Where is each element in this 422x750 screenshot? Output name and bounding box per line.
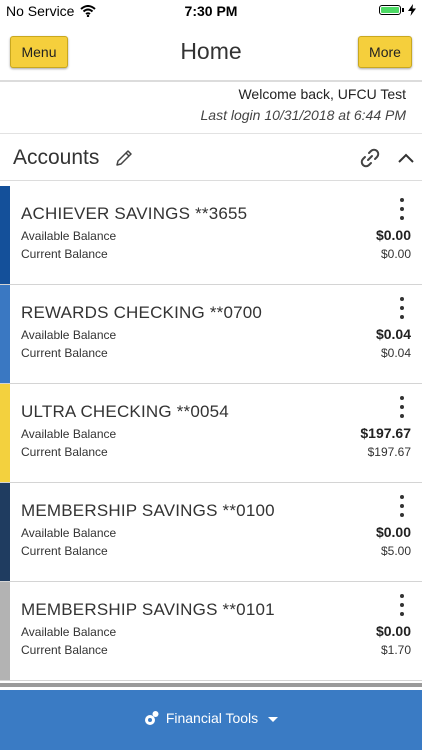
current-balance-label: Current Balance xyxy=(21,346,108,360)
available-balance-label: Available Balance xyxy=(21,229,117,243)
battery-icon xyxy=(379,5,404,15)
account-row[interactable]: REWARDS CHECKING **0700 Available Balanc… xyxy=(0,285,422,384)
current-balance-value: $5.00 xyxy=(380,544,411,558)
status-right xyxy=(379,4,416,16)
account-name: ACHIEVER SAVINGS **3655 xyxy=(21,204,248,223)
available-balance-label: Available Balance xyxy=(21,328,117,342)
current-balance-label: Current Balance xyxy=(21,544,108,558)
status-time: 7:30 PM xyxy=(184,3,238,19)
current-balance-label: Current Balance xyxy=(21,247,108,261)
current-balance-label: Current Balance xyxy=(21,643,108,657)
more-button[interactable]: More xyxy=(358,36,412,68)
account-color-stripe xyxy=(0,384,10,482)
pencil-icon[interactable] xyxy=(114,148,134,168)
available-balance-label: Available Balance xyxy=(21,427,117,441)
account-name: ULTRA CHECKING **0054 xyxy=(21,402,229,421)
available-balance-label: Available Balance xyxy=(21,526,117,540)
available-balance-value: $0.04 xyxy=(375,326,411,342)
account-color-stripe xyxy=(0,483,10,581)
more-vertical-icon[interactable] xyxy=(399,495,405,517)
caret-down-icon xyxy=(268,716,279,722)
link-icon[interactable] xyxy=(358,146,382,170)
financial-tools-icon xyxy=(144,711,159,725)
available-balance-value: $0.00 xyxy=(375,524,411,540)
divider xyxy=(0,683,422,687)
last-login: Last login 10/31/2018 at 6:44 PM xyxy=(200,107,406,123)
accounts-header: Accounts xyxy=(0,138,422,180)
more-vertical-icon[interactable] xyxy=(399,297,405,319)
more-vertical-icon[interactable] xyxy=(399,198,405,220)
accounts-title: Accounts xyxy=(13,146,100,169)
account-color-stripe xyxy=(0,285,10,383)
available-balance-value: $197.67 xyxy=(360,425,411,441)
nav-bar: Menu Home More xyxy=(0,22,422,82)
account-color-stripe xyxy=(0,186,10,284)
financial-tools-label: Financial Tools xyxy=(165,710,259,726)
current-balance-value: $1.70 xyxy=(380,643,411,657)
available-balance-value: $0.00 xyxy=(375,227,411,243)
account-name: REWARDS CHECKING **0700 xyxy=(21,303,263,322)
chevron-up-icon[interactable] xyxy=(396,150,416,166)
status-bar: No Service 7:30 PM xyxy=(0,0,422,22)
current-balance-value: $0.00 xyxy=(380,247,411,261)
more-vertical-icon[interactable] xyxy=(399,396,405,418)
current-balance-value: $197.67 xyxy=(367,445,411,459)
financial-tools-toggle[interactable]: Financial Tools xyxy=(0,710,422,726)
account-name: MEMBERSHIP SAVINGS **0101 xyxy=(21,600,275,619)
available-balance-value: $0.00 xyxy=(375,623,411,639)
account-name: MEMBERSHIP SAVINGS **0100 xyxy=(21,501,275,520)
account-row[interactable]: MEMBERSHIP SAVINGS **0100 Available Bala… xyxy=(0,483,422,582)
divider xyxy=(0,133,422,134)
welcome-greeting: Welcome back, UFCU Test xyxy=(238,86,406,102)
current-balance-label: Current Balance xyxy=(21,445,108,459)
available-balance-label: Available Balance xyxy=(21,625,117,639)
account-color-stripe xyxy=(0,582,10,680)
charging-icon xyxy=(408,4,416,16)
account-row[interactable]: ACHIEVER SAVINGS **3655 Available Balanc… xyxy=(0,186,422,285)
account-row[interactable]: MEMBERSHIP SAVINGS **0101 Available Bala… xyxy=(0,582,422,681)
current-balance-value: $0.04 xyxy=(380,346,411,360)
account-row[interactable]: ULTRA CHECKING **0054 Available Balance … xyxy=(0,384,422,483)
financial-tools-bar[interactable]: Financial Tools xyxy=(0,690,422,750)
welcome-block: Welcome back, UFCU Test Last login 10/31… xyxy=(201,84,406,126)
divider xyxy=(0,180,422,181)
accounts-list: ACHIEVER SAVINGS **3655 Available Balanc… xyxy=(0,186,422,681)
more-vertical-icon[interactable] xyxy=(399,594,405,616)
